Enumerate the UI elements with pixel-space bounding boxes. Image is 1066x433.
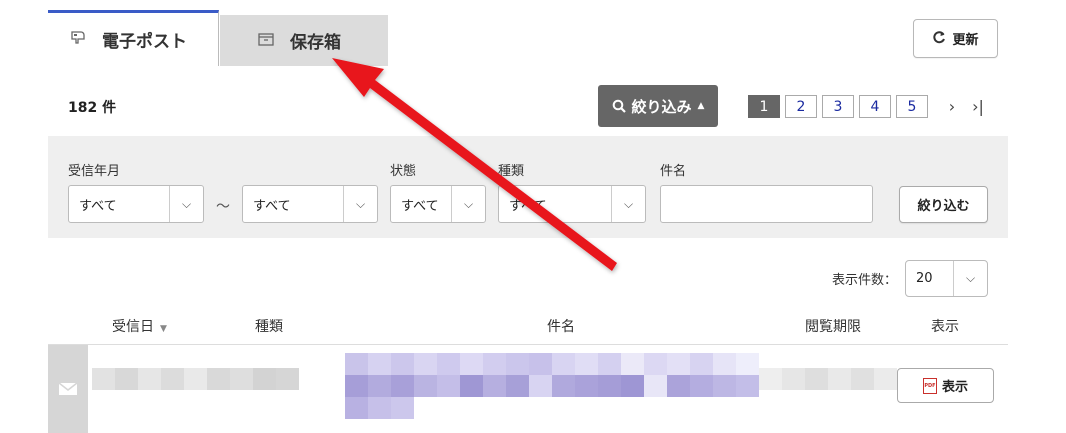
- select-value: すべて: [509, 198, 547, 214]
- envelope-icon: [48, 345, 88, 433]
- page-2[interactable]: 2: [785, 95, 817, 118]
- chevron-down-icon: ⌵: [343, 186, 377, 222]
- header-period: 閲覧期限: [805, 319, 861, 335]
- tab-electronic-post[interactable]: 電子ポスト: [48, 10, 219, 66]
- range-separator: 〜: [216, 199, 230, 215]
- chevron-down-icon: ⌵: [953, 261, 987, 296]
- page-1[interactable]: 1: [748, 95, 780, 118]
- search-icon: [612, 99, 626, 113]
- per-page-label: 表示件数：: [832, 273, 898, 288]
- type-select[interactable]: すべて ⌵: [498, 185, 646, 223]
- caret-up-icon: ▲: [697, 101, 705, 111]
- refresh-label: 更新: [952, 33, 979, 48]
- page-5[interactable]: 5: [896, 95, 928, 118]
- select-value: すべて: [253, 198, 291, 214]
- page-4[interactable]: 4: [859, 95, 891, 118]
- received-from-select[interactable]: すべて ⌵: [68, 185, 204, 223]
- next-page-icon[interactable]: ›: [945, 97, 959, 116]
- mailbox-icon: [70, 29, 86, 50]
- per-page-select[interactable]: 20 ⌵: [905, 260, 988, 297]
- filter-toggle-label: 絞り込み: [631, 97, 692, 116]
- view-label: 表示: [941, 380, 968, 395]
- header-received-label: 受信日: [112, 319, 154, 335]
- header-received[interactable]: 受信日 ▼: [112, 316, 167, 336]
- header-subject: 件名: [547, 319, 575, 335]
- chevron-down-icon: ⌵: [451, 186, 485, 222]
- apply-filter-button[interactable]: 絞り込む: [899, 186, 988, 223]
- redacted-subject: [345, 353, 759, 419]
- subject-label: 件名: [660, 164, 687, 179]
- chevron-down-icon: ⌵: [169, 186, 203, 222]
- header-type: 種類: [255, 319, 283, 335]
- table-row[interactable]: PDF 表示: [48, 345, 1008, 433]
- pdf-icon: PDF: [922, 377, 937, 394]
- filter-area: 受信年月 すべて ⌵ 〜 すべて ⌵ 状態 すべて ⌵ 種類 すべて ⌵ 件名 …: [48, 136, 1008, 238]
- status-label: 状態: [390, 164, 417, 179]
- result-count: 182 件: [68, 100, 117, 116]
- select-value: すべて: [401, 198, 439, 214]
- subject-input[interactable]: [660, 185, 873, 223]
- filter-toggle-button[interactable]: 絞り込み ▲: [598, 85, 718, 127]
- select-value: すべて: [79, 198, 117, 214]
- page-3[interactable]: 3: [822, 95, 854, 118]
- archive-box-icon: [258, 31, 274, 51]
- sort-desc-icon[interactable]: ▼: [160, 324, 167, 334]
- chevron-down-icon: ⌵: [611, 186, 645, 222]
- tab-label: 電子ポスト: [102, 32, 187, 52]
- view-pdf-button[interactable]: PDF 表示: [897, 368, 994, 403]
- pagination: 1 2 3 4 5 › ›|: [748, 95, 985, 118]
- select-value: 20: [916, 271, 933, 286]
- received-label: 受信年月: [68, 164, 121, 179]
- redacted-period: [759, 368, 897, 390]
- tab-label: 保存箱: [290, 33, 341, 53]
- received-to-select[interactable]: すべて ⌵: [242, 185, 378, 223]
- tab-bar: 電子ポスト 保存箱 更新: [48, 10, 1008, 66]
- tab-archive[interactable]: 保存箱: [220, 15, 388, 66]
- status-select[interactable]: すべて ⌵: [390, 185, 486, 223]
- header-view: 表示: [931, 319, 959, 335]
- redacted-date-type: [92, 368, 299, 390]
- last-page-icon[interactable]: ›|: [971, 97, 985, 116]
- type-label: 種類: [498, 164, 525, 179]
- mail-panel: 電子ポスト 保存箱 更新 182 件 絞り込み ▲ 1 2 3 4 5 › ›|: [48, 10, 1008, 433]
- refresh-button[interactable]: 更新: [913, 19, 998, 58]
- refresh-icon: [932, 30, 946, 48]
